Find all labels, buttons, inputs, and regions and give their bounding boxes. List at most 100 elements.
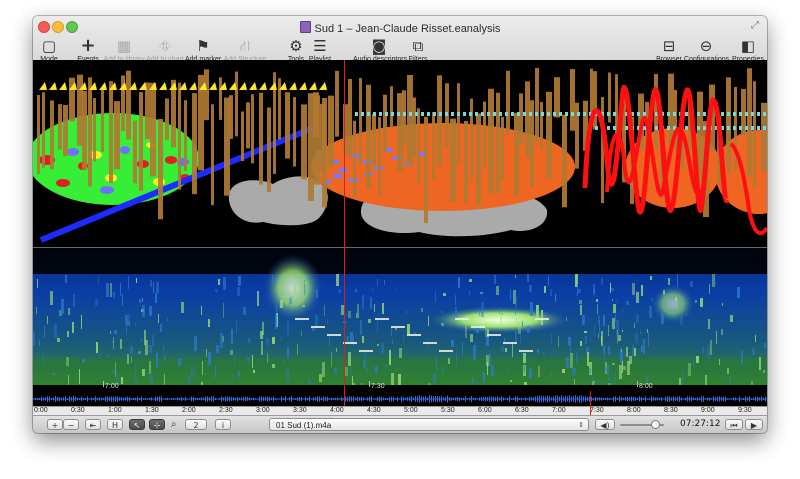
waveform-peak	[427, 397, 428, 401]
remove-button[interactable]: −	[63, 419, 79, 430]
ruler-label: 6:00	[478, 407, 492, 414]
spectrogram-streak	[238, 276, 241, 286]
arrow-tool-button[interactable]: ↖	[129, 419, 145, 430]
waveform-peak	[517, 396, 518, 402]
waveform-peak	[477, 398, 478, 400]
waveform-peak	[259, 396, 260, 402]
orange-bar	[540, 102, 543, 150]
spectrogram-streak	[550, 289, 552, 296]
spectrogram-streak	[523, 353, 526, 363]
select-tool-button[interactable]: ⊹	[149, 419, 165, 430]
spectrogram-streak	[489, 354, 491, 366]
spectrogram-streak	[163, 345, 164, 351]
spectrogram-streak	[287, 321, 289, 335]
orange-bar	[437, 75, 442, 167]
orange-bar	[50, 100, 54, 170]
waveform-peak	[471, 396, 472, 402]
info-button[interactable]: i	[215, 419, 231, 430]
analysis-area[interactable]: 7:00 7:30 8:00	[33, 60, 767, 406]
waveform-peak	[639, 396, 640, 402]
waveform-peak	[591, 396, 592, 402]
waveform-peak	[647, 398, 648, 400]
previous-button[interactable]: ⏮	[725, 419, 743, 430]
document-icon	[299, 21, 311, 33]
waveform-peak	[441, 395, 442, 403]
waveform-peak	[151, 397, 152, 401]
file-select[interactable]: 01 Sud (1).m4a ⇕	[269, 418, 589, 431]
waveform-peak	[489, 396, 490, 402]
spectrogram-streak	[115, 362, 116, 377]
ruler-label: 2:30	[219, 407, 233, 414]
volume-button[interactable]: ◀)	[595, 419, 615, 430]
marker-flag-icon: ⚑	[196, 37, 210, 55]
spectrogram-streak	[469, 279, 472, 282]
waveform-peak	[649, 398, 650, 400]
spectrogram-streak	[613, 304, 616, 313]
waveform-peak	[449, 397, 450, 401]
waveform-peak	[721, 396, 722, 402]
add-button[interactable]: +	[47, 419, 63, 430]
orange-bar	[432, 112, 435, 181]
orange-bar	[470, 98, 473, 179]
cyan-marker	[703, 112, 706, 116]
waveform-peak	[703, 396, 704, 402]
volume-slider[interactable]	[620, 420, 664, 429]
spectrogram-streak	[615, 372, 616, 385]
spectrogram-streak	[142, 369, 145, 376]
spectrogram-streak	[501, 346, 504, 352]
spectrogram-streak	[529, 368, 532, 378]
spectrogram-streak	[663, 290, 665, 295]
timeline-bar[interactable]: 7:00 7:30 8:00	[33, 381, 767, 406]
waveform-peak	[255, 398, 256, 400]
spectrogram-streak	[634, 323, 635, 328]
volume-slider-knob[interactable]	[651, 420, 660, 429]
cyan-marker	[397, 112, 400, 116]
waveform-peak	[227, 396, 228, 402]
spectrogram-streak	[194, 369, 195, 375]
spectrogram-streak	[181, 302, 184, 313]
waveform-peak	[137, 396, 138, 402]
waveform-peak	[657, 397, 658, 401]
fullscreen-icon[interactable]: ⤢	[751, 20, 759, 31]
spectrogram-view[interactable]	[33, 248, 767, 385]
orange-bar	[514, 112, 519, 196]
cyan-marker	[421, 112, 424, 116]
spectrogram-streak	[675, 297, 677, 301]
timeline-tick	[369, 381, 370, 387]
spectrogram-streak	[158, 314, 159, 323]
page-field[interactable]: 2	[185, 419, 207, 430]
representation-canvas[interactable]	[33, 60, 767, 248]
waveform-peak	[507, 397, 508, 401]
waveform-peak	[653, 397, 654, 401]
waveform-peak	[761, 396, 762, 402]
spectrogram-streak	[142, 298, 143, 302]
waveform-peak	[55, 396, 56, 402]
spectrogram-streak	[52, 373, 55, 375]
orange-bar	[101, 87, 104, 152]
orange-bar	[192, 93, 197, 195]
waveform-peak	[305, 396, 306, 402]
spectrogram-streak	[722, 303, 723, 306]
waveform-peak	[537, 395, 538, 403]
cyan-marker	[409, 112, 412, 116]
spectrogram-streak	[456, 351, 457, 366]
waveform-peak	[143, 398, 144, 400]
spectrogram-streak	[283, 360, 285, 364]
spectrogram-streak	[145, 340, 148, 355]
play-button[interactable]: ▶	[745, 419, 763, 430]
ruler-playhead-marker[interactable]	[590, 391, 591, 416]
marker-mode-button[interactable]: H	[107, 419, 123, 430]
waveform-peak	[229, 396, 230, 402]
spectrogram-streak	[113, 337, 114, 349]
waveform-overview[interactable]	[33, 392, 767, 406]
playhead-line[interactable]	[344, 60, 345, 406]
waveform-peak	[613, 396, 614, 402]
waveform-peak	[737, 398, 738, 400]
spectrogram-streak	[370, 297, 372, 309]
waveform-peak	[141, 396, 142, 402]
waveform-peak	[559, 396, 560, 402]
spectrogram-partial	[471, 326, 485, 328]
zoom-icon[interactable]: ⌕	[171, 419, 177, 430]
rewind-button[interactable]: ⇤	[85, 419, 101, 430]
waveform-peak	[453, 397, 454, 401]
